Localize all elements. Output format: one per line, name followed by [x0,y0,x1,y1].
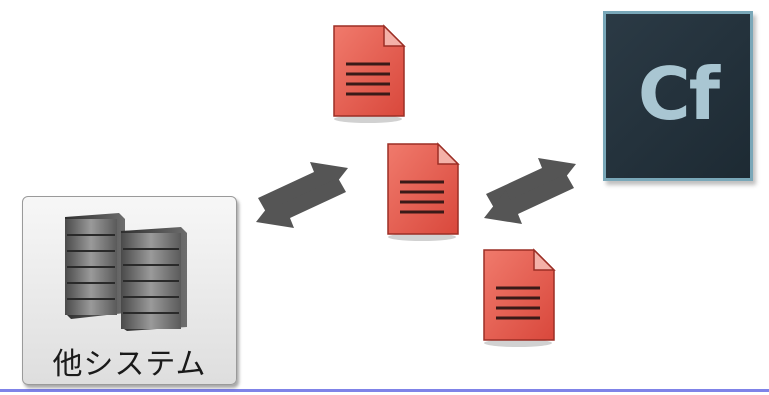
other-system-node: 他システム [22,196,237,385]
bidirectional-arrows-icon [256,162,348,228]
document-icon [387,142,460,241]
bidirectional-arrows-icon [484,158,576,224]
other-system-label: 他システム [52,347,207,382]
bottom-divider [0,389,769,392]
server-rack-icon [65,213,187,331]
coldfusion-logo: Cf [603,11,753,181]
logo-text: Cf [637,52,720,136]
document-icon [333,24,406,123]
document-icon [483,248,556,347]
